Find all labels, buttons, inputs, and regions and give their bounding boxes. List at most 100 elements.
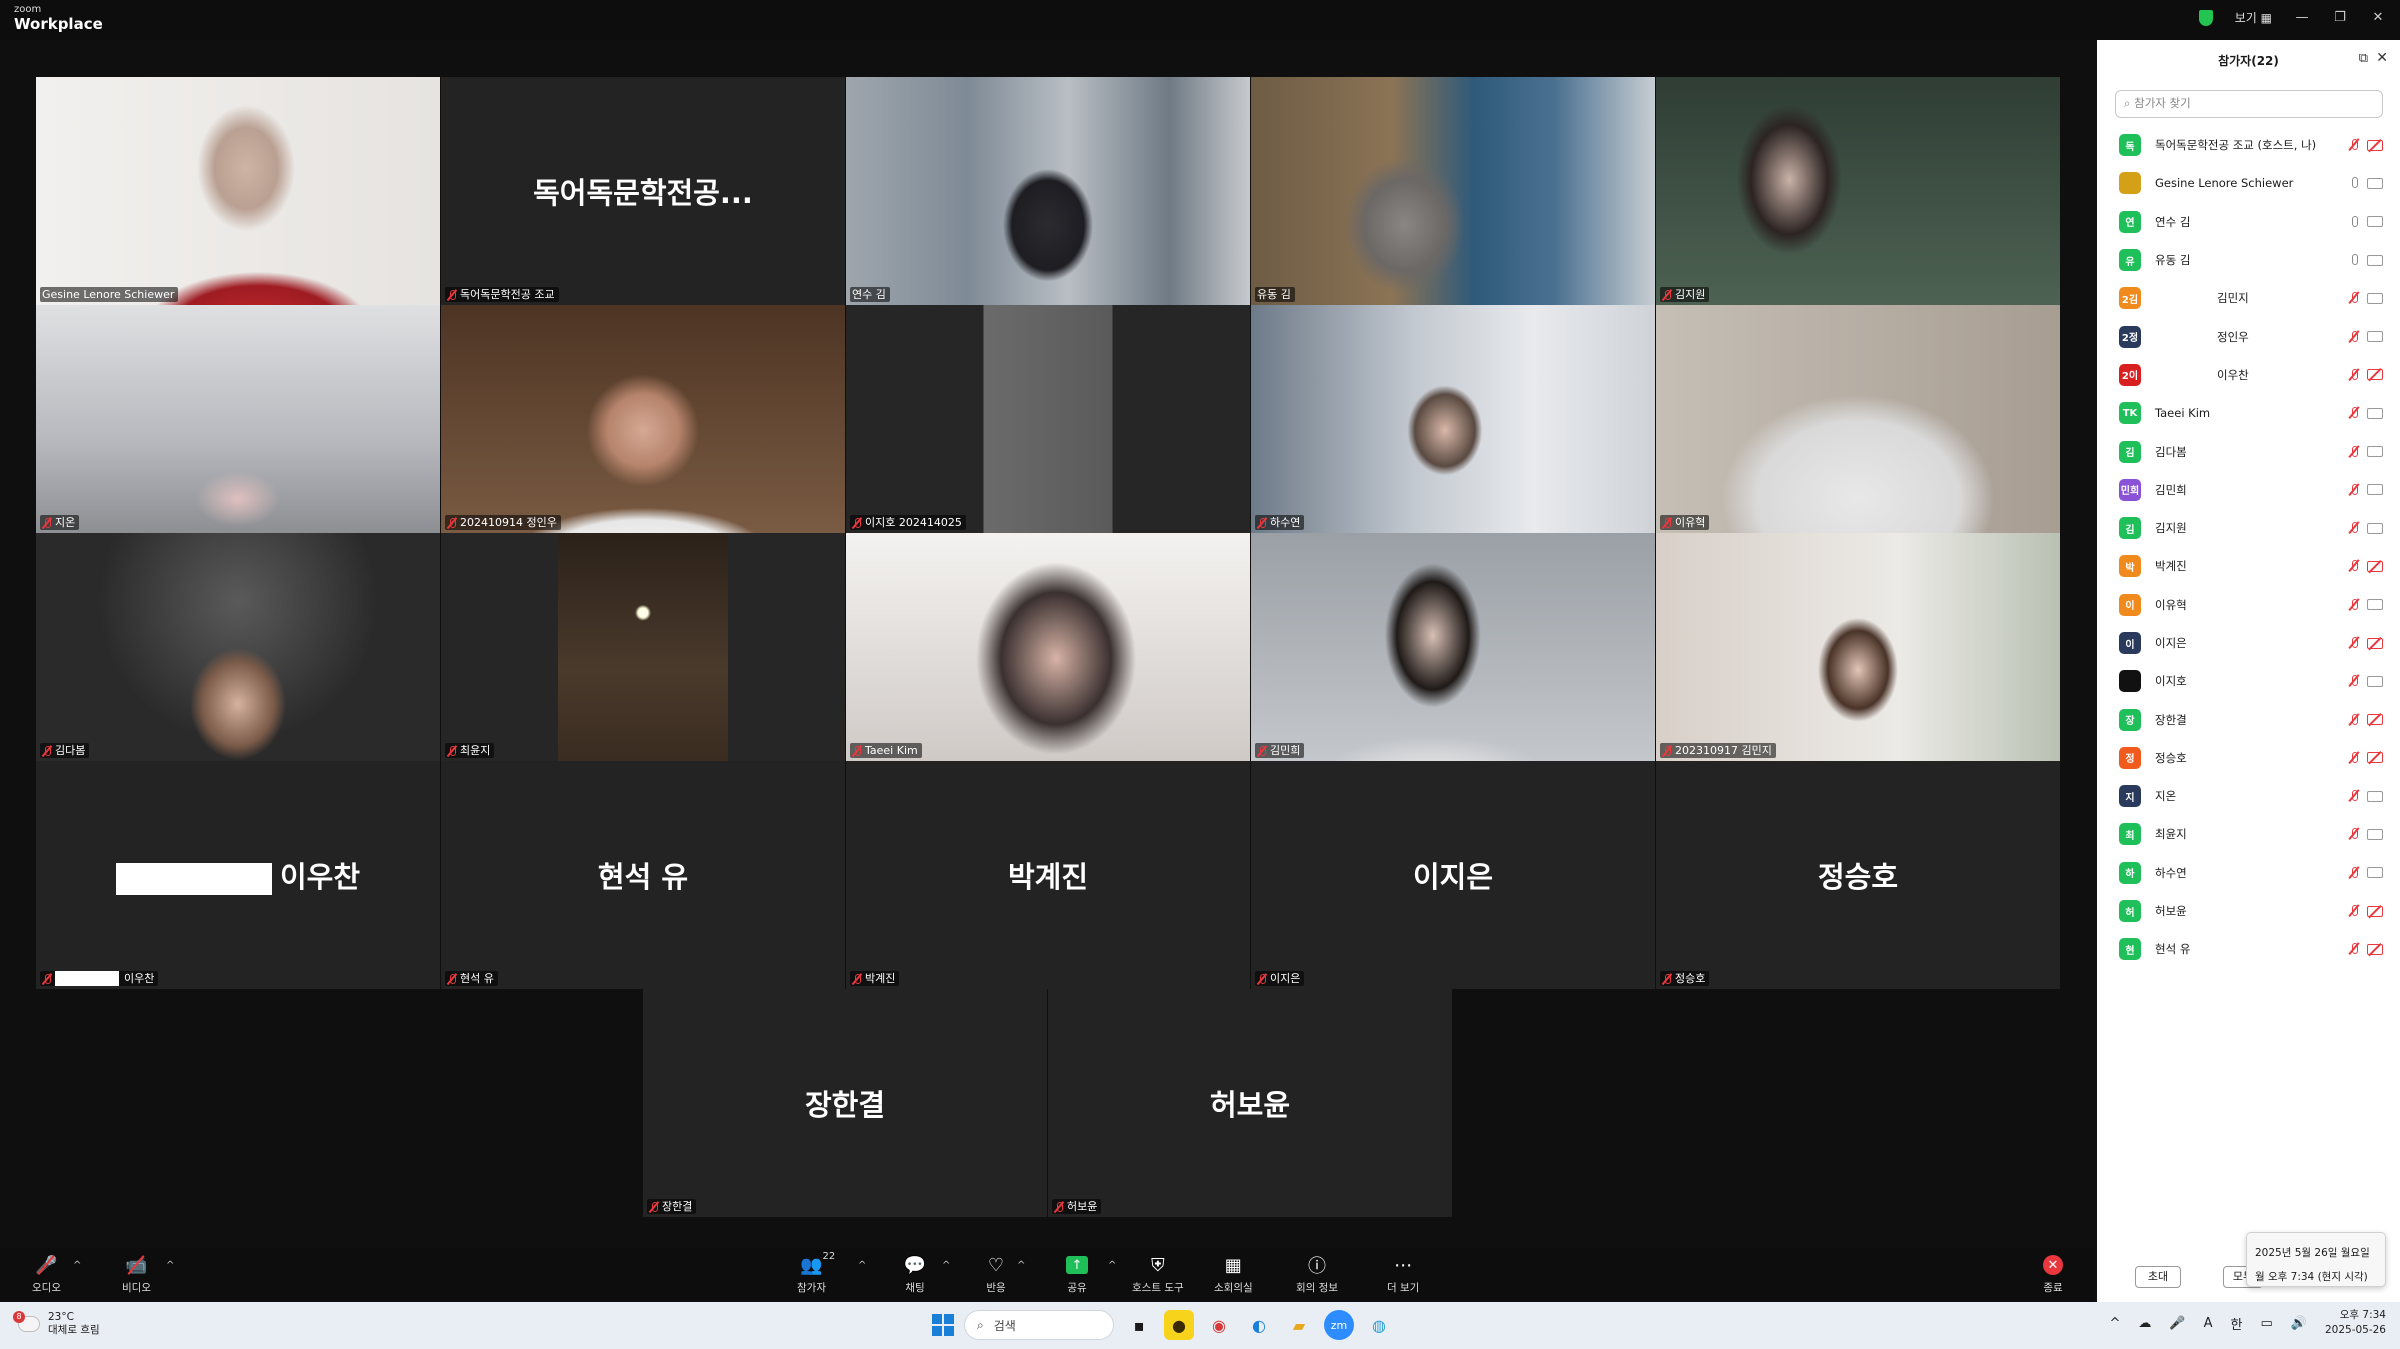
close-window-icon[interactable]: ✕ [2370, 10, 2386, 25]
camera-off-icon[interactable] [2367, 943, 2383, 955]
camera-icon[interactable] [2367, 522, 2383, 534]
participant-row[interactable]: 하 하수연 [2097, 854, 2400, 892]
share-chevron-icon[interactable]: ^ [1108, 1260, 1116, 1271]
breakout-rooms-button[interactable]: ▦ 소회의실 [1214, 1254, 1253, 1295]
participant-row[interactable]: 정 정승호 [2097, 739, 2400, 777]
host-tools-button[interactable]: ⛨ 호스트 도구 [1132, 1254, 1184, 1295]
muted-mic-icon[interactable] [2349, 636, 2359, 650]
participant-row[interactable]: 2김 김민지 [2097, 279, 2400, 317]
participant-row[interactable]: 이 이지은 [2097, 624, 2400, 662]
muted-mic-icon[interactable] [2349, 406, 2359, 420]
participant-search-input[interactable]: ⌕ 참가자 찾기 [2115, 90, 2383, 118]
camera-icon[interactable] [2367, 216, 2383, 228]
tray-chevron-icon[interactable]: ^ [2110, 1316, 2121, 1331]
muted-mic-icon[interactable] [2349, 674, 2359, 688]
chat-button[interactable]: 💬 채팅 [902, 1254, 928, 1295]
participant-row[interactable]: 민희 김민희 [2097, 471, 2400, 509]
participant-row[interactable]: 최 최윤지 [2097, 815, 2400, 853]
audio-options-chevron-icon[interactable]: ^ [73, 1260, 81, 1271]
video-tile[interactable]: 장한결 장한결 [643, 989, 1047, 1217]
participant-row[interactable]: Gesine Lenore Schiewer [2097, 164, 2400, 202]
video-tile[interactable]: 202310917 김민지 [1656, 533, 2060, 761]
close-panel-icon[interactable]: ✕ [2376, 50, 2388, 66]
input-mode-indicator[interactable]: A [2204, 1316, 2213, 1331]
participant-row[interactable]: 2정 정인우 [2097, 317, 2400, 355]
muted-mic-icon[interactable] [2349, 827, 2359, 841]
video-tile[interactable]: 하수연 [1251, 305, 1655, 533]
mic-icon[interactable] [2349, 215, 2359, 229]
camera-icon[interactable] [2367, 790, 2383, 802]
camera-off-icon[interactable] [2367, 714, 2383, 726]
video-tile[interactable]: 이지호 202414025 [846, 305, 1250, 533]
video-tile[interactable]: 이유혁 [1656, 305, 2060, 533]
meeting-info-button[interactable]: ⓘ 회의 정보 [1296, 1254, 1338, 1295]
minimize-icon[interactable]: — [2294, 10, 2310, 25]
participant-row[interactable]: 2이 이우찬 [2097, 356, 2400, 394]
participant-row[interactable]: 장 장한결 [2097, 700, 2400, 738]
muted-mic-icon[interactable] [2349, 713, 2359, 727]
muted-mic-icon[interactable] [2349, 866, 2359, 880]
muted-mic-icon[interactable] [2349, 291, 2359, 305]
more-button[interactable]: ⋯ 더 보기 [1387, 1254, 1419, 1295]
participant-row[interactable]: 이지호 [2097, 662, 2400, 700]
muted-mic-icon[interactable] [2349, 942, 2359, 956]
camera-off-icon[interactable] [2367, 637, 2383, 649]
zoom-app-icon[interactable]: zm [1324, 1310, 1354, 1340]
view-button[interactable]: 보기 ▦ [2235, 9, 2272, 26]
video-tile[interactable]: 정승호 정승호 [1656, 761, 2060, 989]
weather-widget[interactable]: 8 23°C 대체로 흐림 [13, 1311, 100, 1337]
video-tile[interactable]: 허보윤 허보윤 [1048, 989, 1452, 1217]
participant-row[interactable]: 유 유동 김 [2097, 241, 2400, 279]
participant-row[interactable]: 박 박계진 [2097, 547, 2400, 585]
participant-row[interactable]: 현 현석 유 [2097, 930, 2400, 968]
camera-icon[interactable] [2367, 292, 2383, 304]
chat-chevron-icon[interactable]: ^ [942, 1260, 950, 1271]
video-tile[interactable]: 현석 유 현석 유 [441, 761, 845, 989]
muted-mic-icon[interactable] [2349, 751, 2359, 765]
muted-mic-icon[interactable] [2349, 483, 2359, 497]
muted-mic-icon[interactable] [2349, 521, 2359, 535]
ime-indicator[interactable]: 한 [2231, 1314, 2243, 1333]
video-tile[interactable]: 최윤지 [441, 533, 845, 761]
camera-icon[interactable] [2367, 446, 2383, 458]
edge-icon[interactable]: ◐ [1244, 1310, 1274, 1340]
volume-icon[interactable]: 🔊 [2291, 1316, 2307, 1331]
participant-row[interactable]: 연 연수 김 [2097, 203, 2400, 241]
taskbar-search[interactable]: ⌕ 검색 [964, 1310, 1114, 1340]
camera-icon[interactable] [2367, 599, 2383, 611]
cloud-sync-icon[interactable]: ☁ [2138, 1316, 2151, 1331]
camera-icon[interactable] [2367, 331, 2383, 343]
chrome-icon[interactable]: ◉ [1204, 1310, 1234, 1340]
muted-mic-icon[interactable] [2349, 559, 2359, 573]
globe-app-icon[interactable]: ◍ [1364, 1310, 1394, 1340]
camera-icon[interactable] [2367, 407, 2383, 419]
file-explorer-icon[interactable]: ▰ [1284, 1310, 1314, 1340]
camera-icon[interactable] [2367, 484, 2383, 496]
invite-button[interactable]: 초대 [2135, 1266, 2181, 1288]
muted-mic-icon[interactable] [2349, 368, 2359, 382]
participant-row[interactable]: 독 독어독문학전공 조교 (호스트, 나) [2097, 126, 2400, 164]
participant-row[interactable]: 김 김다봄 [2097, 432, 2400, 470]
network-icon[interactable]: ▭ [2260, 1316, 2272, 1331]
camera-off-icon[interactable] [2367, 139, 2383, 151]
reactions-button[interactable]: ♡ 반응 [983, 1254, 1009, 1295]
mic-icon[interactable] [2349, 253, 2359, 267]
muted-mic-icon[interactable] [2349, 138, 2359, 152]
muted-mic-icon[interactable] [2349, 330, 2359, 344]
video-tile[interactable]: 지온 [36, 305, 440, 533]
video-tile[interactable]: 202410914 정인우 [441, 305, 845, 533]
muted-mic-icon[interactable] [2349, 904, 2359, 918]
restore-icon[interactable]: ❐ [2332, 10, 2348, 25]
camera-off-icon[interactable] [2367, 369, 2383, 381]
video-tile[interactable]: 독어독문학전공... 독어독문학전공 조교 [441, 77, 845, 305]
participant-row[interactable]: 지 지온 [2097, 777, 2400, 815]
task-view-icon[interactable]: ▪ [1124, 1310, 1154, 1340]
video-tile[interactable]: 김다봄 [36, 533, 440, 761]
share-button[interactable]: ↑ 공유 [1064, 1254, 1090, 1295]
camera-icon[interactable] [2367, 177, 2383, 189]
camera-icon[interactable] [2367, 867, 2383, 879]
participants-chevron-icon[interactable]: ^ [858, 1260, 866, 1271]
muted-mic-icon[interactable] [2349, 445, 2359, 459]
participant-row[interactable]: 김 김지원 [2097, 509, 2400, 547]
participant-row[interactable]: 허 허보윤 [2097, 892, 2400, 930]
